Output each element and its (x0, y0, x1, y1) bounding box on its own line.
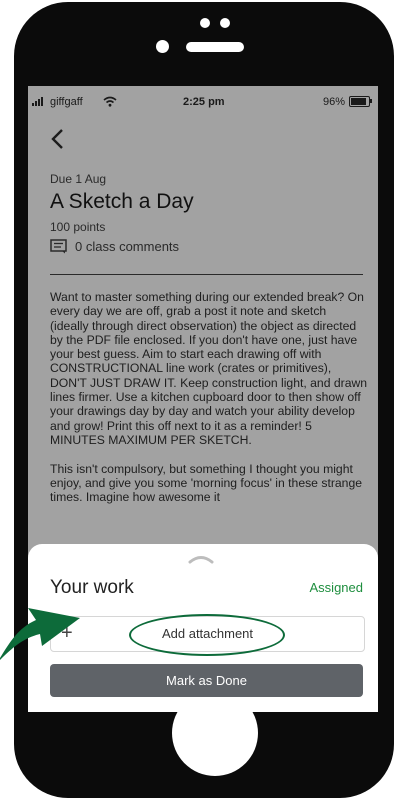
comment-icon (50, 239, 67, 254)
clock: 2:25 pm (183, 96, 225, 108)
class-comments-link[interactable]: 0 class comments (50, 239, 179, 254)
divider (50, 274, 363, 275)
battery-icon (349, 96, 372, 107)
expand-handle-icon[interactable] (188, 554, 214, 564)
class-comments-label: 0 class comments (75, 239, 180, 254)
front-camera (156, 40, 169, 53)
sensor-dot (220, 18, 230, 28)
sensor-dot (200, 18, 210, 28)
battery-percent: 96% (322, 96, 345, 108)
status-badge: Assigned (309, 580, 363, 595)
due-date: Due 1 Aug (50, 172, 107, 186)
assignment-title: A Sketch a Day (50, 190, 194, 213)
carrier-label: giffgaff (50, 96, 83, 108)
points-value: 100 points (50, 220, 106, 234)
mark-as-done-button[interactable]: Mark as Done (50, 664, 363, 697)
assignment-description: Want to master something during our exte… (50, 290, 368, 505)
signal-icon (32, 97, 43, 106)
highlight-oval (129, 614, 285, 656)
back-chevron-icon[interactable] (48, 126, 68, 152)
wifi-icon (103, 96, 117, 107)
pointer-arrow-icon (0, 608, 80, 660)
earpiece-speaker (186, 42, 244, 52)
